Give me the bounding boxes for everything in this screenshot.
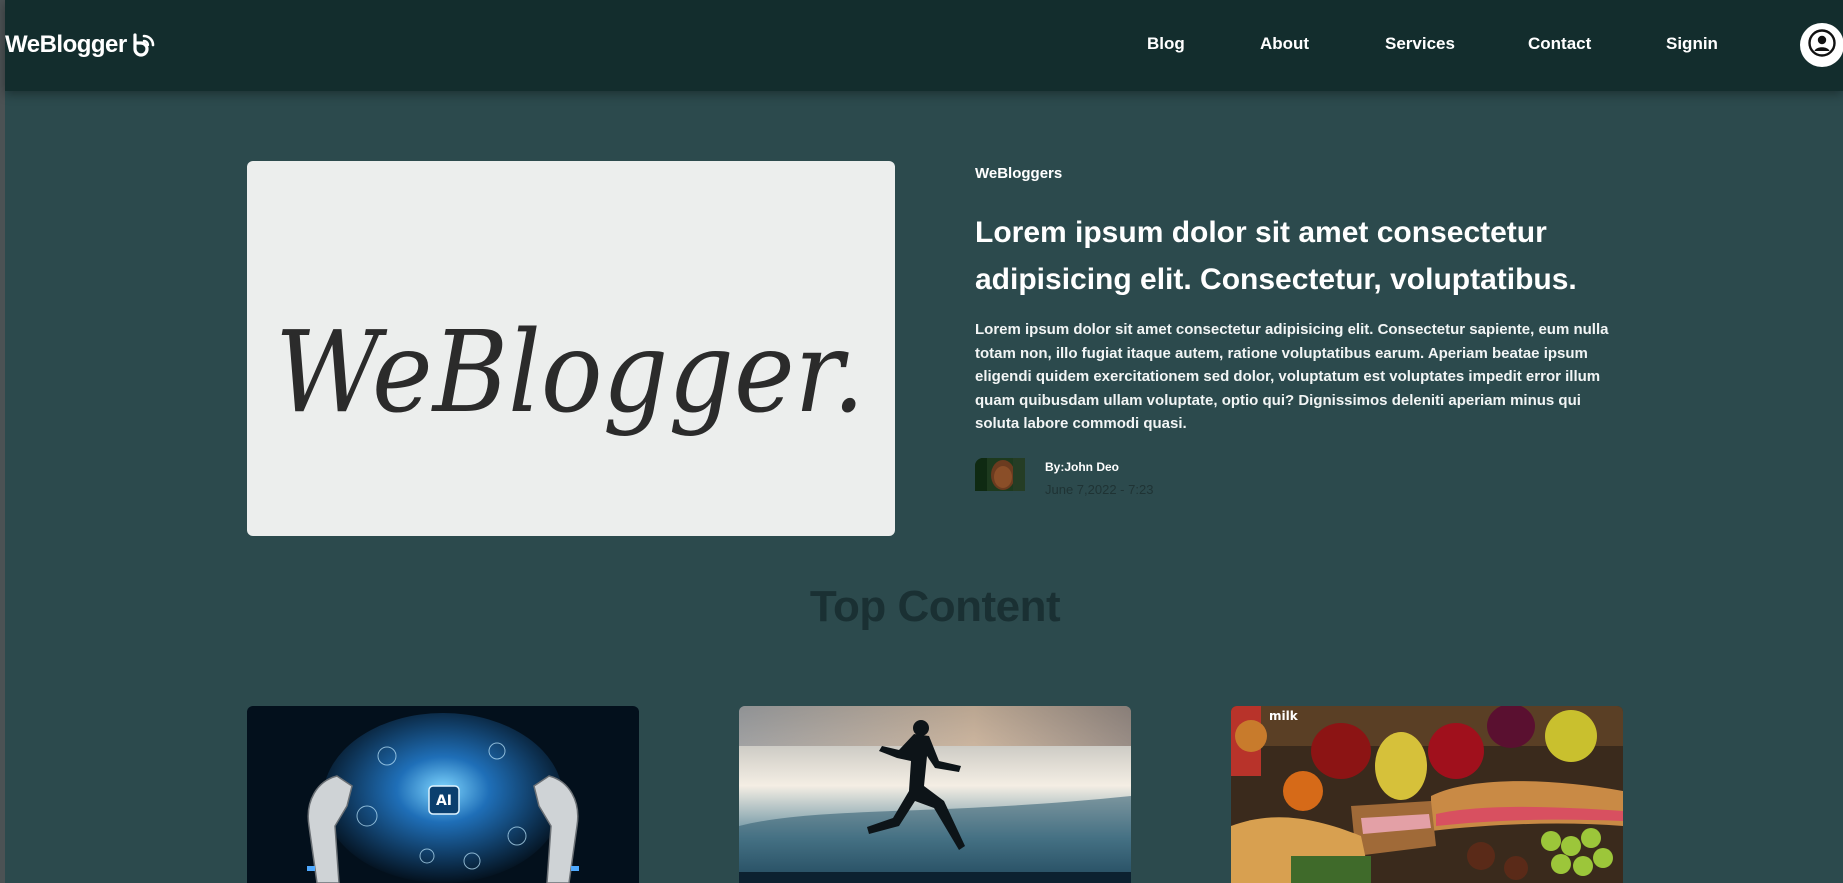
author-avatar xyxy=(975,458,1025,491)
post-date: June 7,2022 - 7:23 xyxy=(1045,482,1154,497)
runner-card-image xyxy=(739,706,1131,883)
nav-link-blog[interactable]: Blog xyxy=(1147,34,1185,54)
top-content-title: Top Content xyxy=(809,582,1061,631)
food-card-image: milk xyxy=(1231,706,1623,883)
nav-link-signin[interactable]: Signin xyxy=(1666,34,1718,54)
navbar: WeBlogger Blog About Services Contact Si… xyxy=(5,0,1843,91)
nav-link-services[interactable]: Services xyxy=(1385,34,1455,54)
hero-image-text: WeBlogger. xyxy=(275,308,865,438)
ai-card-image: AI xyxy=(247,706,639,883)
ai-badge-text: AI xyxy=(436,793,452,809)
top-content-card-ai[interactable]: AI xyxy=(247,706,639,883)
top-content-card-food[interactable]: milk xyxy=(1231,706,1623,883)
user-avatar-button[interactable] xyxy=(1800,23,1843,67)
brand-name: WeBlogger xyxy=(5,31,127,58)
author-name: By:John Deo xyxy=(1045,460,1120,474)
food-badge-text: milk xyxy=(1269,709,1299,723)
user-circle-icon xyxy=(1807,28,1837,63)
window-edge xyxy=(0,0,5,883)
rss-logo-icon xyxy=(131,32,157,58)
hero-tag[interactable]: WeBloggers xyxy=(975,165,1062,182)
nav-link-about[interactable]: About xyxy=(1260,34,1309,54)
hero-image[interactable]: WeBlogger. xyxy=(247,161,895,536)
hero-title[interactable]: Lorem ipsum dolor sit amet consectetur a… xyxy=(975,209,1615,303)
top-content-card-runner[interactable] xyxy=(739,706,1131,883)
hero-body: Lorem ipsum dolor sit amet consectetur a… xyxy=(975,321,1609,432)
nav-link-contact[interactable]: Contact xyxy=(1528,34,1591,54)
brand-logo[interactable]: WeBlogger xyxy=(5,31,157,59)
